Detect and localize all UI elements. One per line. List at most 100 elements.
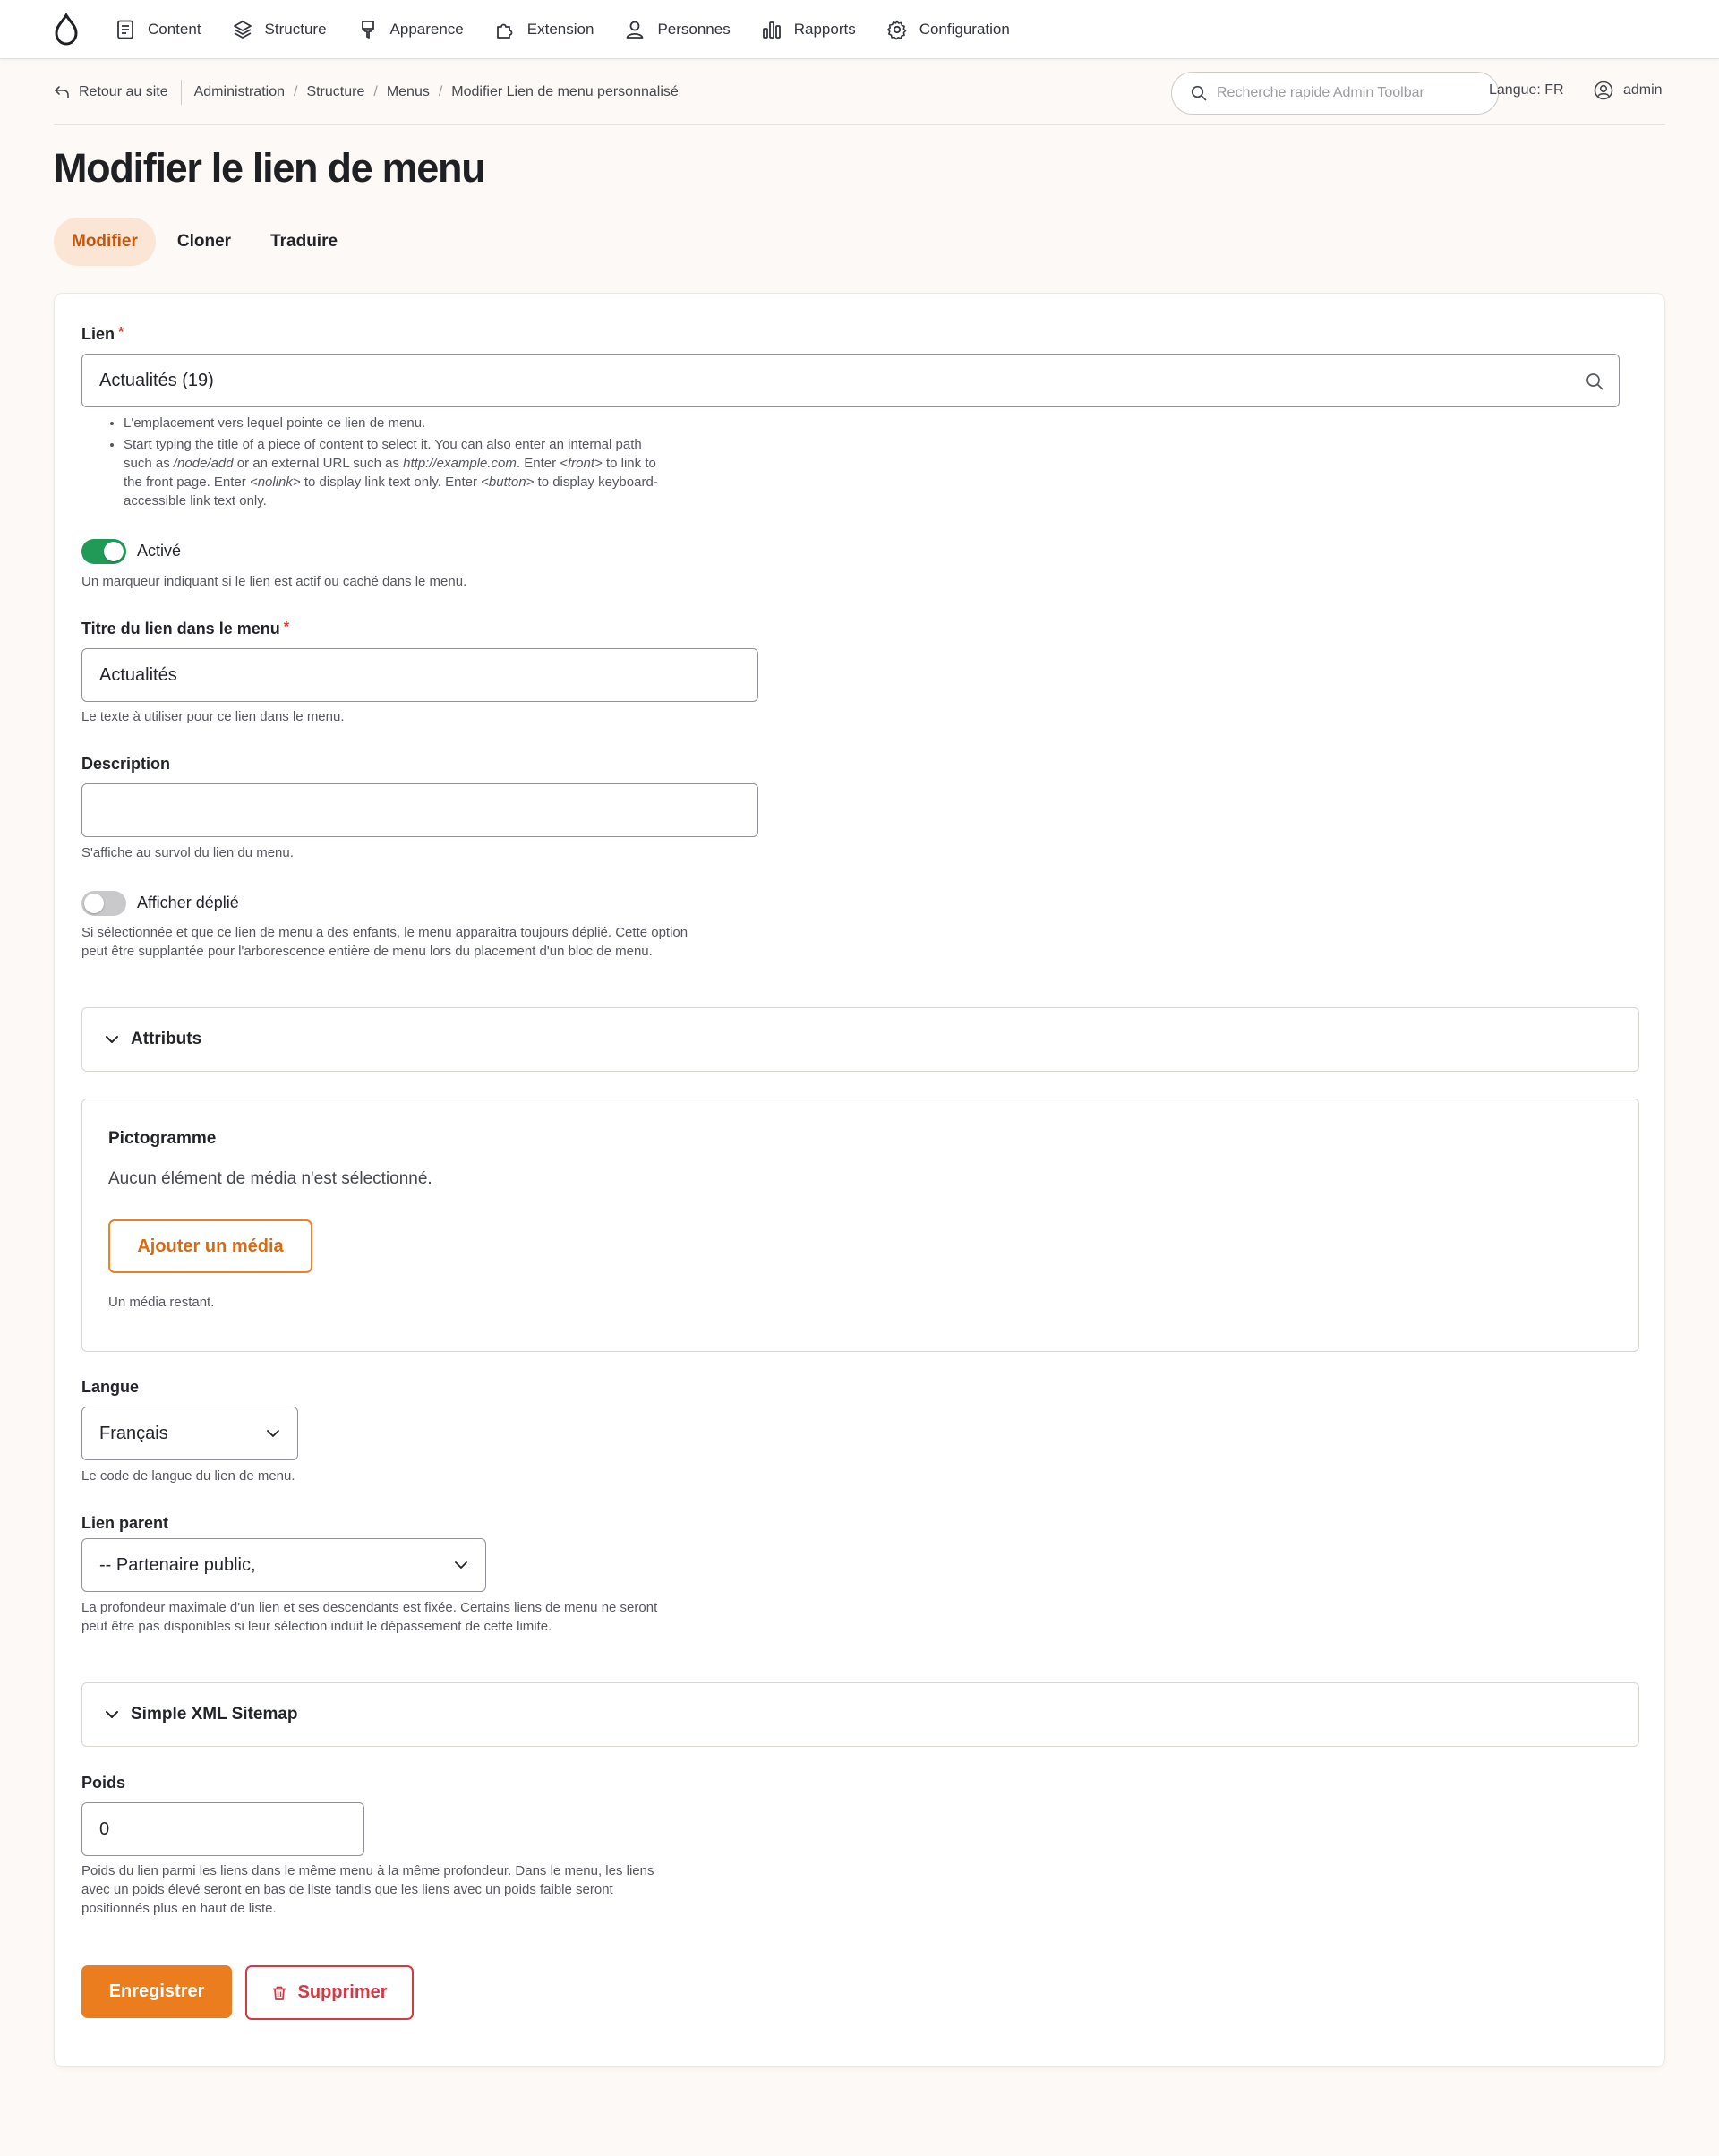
person-icon bbox=[627, 21, 644, 38]
toolbar-item-configuration[interactable]: Configuration bbox=[886, 0, 1010, 59]
pictogram-remaining: Un média restant. bbox=[108, 1295, 215, 1310]
title-help: Le texte à utiliser pour ce lien dans le… bbox=[81, 709, 345, 724]
language-field-label: Langue bbox=[81, 1378, 140, 1396]
language-select-value: Français bbox=[99, 1423, 168, 1443]
title-input-value: Actualités bbox=[99, 664, 177, 685]
link-help-text: to display link text only. Enter bbox=[300, 475, 482, 490]
toolbar-item-content[interactable]: Content bbox=[115, 0, 201, 59]
toolbar-item-label: Personnes bbox=[657, 20, 731, 38]
link-input-value: Actualités (19) bbox=[99, 370, 214, 390]
required-mark: * bbox=[283, 620, 289, 635]
toggle-knob bbox=[104, 542, 124, 561]
breadcrumb-administration[interactable]: Administration bbox=[194, 84, 285, 100]
user-menu[interactable]: admin bbox=[1593, 80, 1663, 101]
toolbar-item-extension[interactable]: Extension bbox=[494, 0, 594, 59]
delete-button[interactable]: Supprimer bbox=[245, 1965, 414, 2020]
language-help: Le code de langue du lien de menu. bbox=[81, 1468, 295, 1484]
add-media-button[interactable]: Ajouter un média bbox=[108, 1219, 312, 1273]
breadcrumb-separator: / bbox=[438, 83, 443, 99]
breadcrumb-bar: Retour au site Administration / Structur… bbox=[54, 59, 1665, 125]
pictogram-label: Pictogramme bbox=[108, 1129, 217, 1148]
back-to-site-link[interactable]: Retour au site bbox=[54, 79, 182, 105]
parent-help: La profondeur maximale d'un lien et ses … bbox=[81, 1600, 658, 1634]
weight-input[interactable]: 0 bbox=[81, 1802, 364, 1856]
language-indicator[interactable]: Langue: FR bbox=[1489, 82, 1564, 98]
link-label-text: Lien bbox=[81, 325, 115, 343]
puzzle-icon bbox=[496, 23, 513, 38]
tab-traduire[interactable]: Traduire bbox=[252, 218, 355, 266]
admin-toolbar: Content Structure Apparence Extension Pe… bbox=[0, 0, 1719, 59]
description-help: S'affiche au survol du lien du menu. bbox=[81, 845, 294, 860]
title-label-text: Titre du lien dans le menu bbox=[81, 620, 280, 637]
admin-search-box[interactable] bbox=[1171, 72, 1499, 115]
gear-icon bbox=[886, 20, 907, 39]
search-icon bbox=[1191, 85, 1207, 101]
link-help-code: <front> bbox=[560, 456, 603, 471]
breadcrumb-separator: / bbox=[373, 83, 378, 99]
attributes-details[interactable]: Attributs bbox=[81, 1007, 1639, 1072]
page-title: Modifier le lien de menu bbox=[54, 145, 486, 191]
link-autocomplete-input[interactable]: Actualités (19) bbox=[81, 354, 1620, 407]
link-help-code: http://example.com bbox=[403, 456, 517, 471]
pictogram-empty-text: Aucun élément de média n'est sélectionné… bbox=[108, 1169, 432, 1188]
breadcrumb-separator: / bbox=[293, 83, 298, 99]
link-help-item: L'emplacement vers lequel pointe ce lien… bbox=[124, 414, 663, 432]
link-help-code: <button> bbox=[481, 475, 535, 490]
expanded-toggle[interactable] bbox=[81, 891, 126, 916]
menu-link-form: Lien* Actualités (19) L'emplacement vers… bbox=[54, 293, 1665, 2067]
toolbar-item-label: Content bbox=[148, 20, 201, 38]
layers-icon bbox=[233, 20, 252, 38]
trash-icon bbox=[273, 1986, 286, 2000]
local-tasks-tabs: Modifier Cloner Traduire bbox=[54, 218, 359, 266]
title-field-label: Titre du lien dans le menu * bbox=[81, 620, 289, 638]
breadcrumb-menus[interactable]: Menus bbox=[387, 84, 430, 100]
title-input[interactable]: Actualités bbox=[81, 648, 758, 702]
toolbar-item-label: Configuration bbox=[919, 20, 1010, 38]
language-select[interactable]: Français bbox=[81, 1407, 298, 1460]
search-icon bbox=[1586, 373, 1604, 390]
link-help-code: /node/add bbox=[173, 456, 234, 471]
weight-field-label: Poids bbox=[81, 1774, 126, 1792]
toolbar-item-structure[interactable]: Structure bbox=[232, 0, 327, 59]
toolbar-item-label: Rapports bbox=[793, 20, 856, 38]
parent-link-select[interactable]: -- Partenaire public, bbox=[81, 1538, 486, 1592]
pictogram-fieldset: Pictogramme Aucun élément de média n'est… bbox=[81, 1099, 1639, 1352]
drupal-logo-icon[interactable] bbox=[50, 12, 82, 47]
link-help-text: L'emplacement vers lequel pointe ce lien… bbox=[124, 415, 426, 431]
back-arrow-icon bbox=[55, 85, 69, 98]
document-icon bbox=[117, 20, 133, 38]
link-help-text: or an external URL such as bbox=[233, 456, 404, 471]
toolbar-item-appearance[interactable]: Apparence bbox=[357, 0, 464, 59]
delete-label: Supprimer bbox=[297, 1982, 388, 2002]
weight-input-value: 0 bbox=[99, 1818, 110, 1839]
tab-cloner[interactable]: Cloner bbox=[159, 218, 249, 266]
link-field-label: Lien * bbox=[81, 325, 124, 344]
link-help-text: . Enter bbox=[516, 456, 560, 471]
expanded-label: Afficher déplié bbox=[137, 894, 239, 911]
enabled-toggle[interactable] bbox=[81, 539, 126, 564]
breadcrumb-structure[interactable]: Structure bbox=[306, 84, 364, 100]
link-help-list: L'emplacement vers lequel pointe ce lien… bbox=[81, 414, 663, 513]
tab-modifier[interactable]: Modifier bbox=[54, 218, 156, 266]
chevron-down-icon bbox=[106, 1711, 118, 1718]
description-input[interactable] bbox=[81, 783, 758, 837]
link-help-item: Start typing the title of a piece of con… bbox=[124, 435, 663, 510]
sitemap-summary: Simple XML Sitemap bbox=[131, 1705, 298, 1724]
chevron-down-icon bbox=[267, 1430, 279, 1437]
user-name: admin bbox=[1623, 82, 1663, 98]
required-mark: * bbox=[118, 325, 124, 340]
toolbar-item-label: Extension bbox=[526, 20, 594, 38]
admin-search-input[interactable] bbox=[1217, 85, 1476, 101]
toolbar-item-label: Apparence bbox=[389, 20, 464, 38]
user-avatar-icon bbox=[1594, 81, 1613, 100]
sitemap-details[interactable]: Simple XML Sitemap bbox=[81, 1682, 1639, 1747]
toolbar-item-people[interactable]: Personnes bbox=[624, 0, 731, 59]
chevron-down-icon bbox=[106, 1036, 118, 1043]
description-field-label: Description bbox=[81, 755, 171, 773]
save-button[interactable]: Enregistrer bbox=[81, 1965, 232, 2018]
toggle-knob bbox=[84, 894, 104, 913]
brush-icon bbox=[361, 20, 374, 38]
toolbar-item-reports[interactable]: Rapports bbox=[761, 0, 856, 59]
attributes-summary: Attributs bbox=[131, 1030, 202, 1048]
expanded-help: Si sélectionnée et que ce lien de menu a… bbox=[81, 925, 688, 959]
